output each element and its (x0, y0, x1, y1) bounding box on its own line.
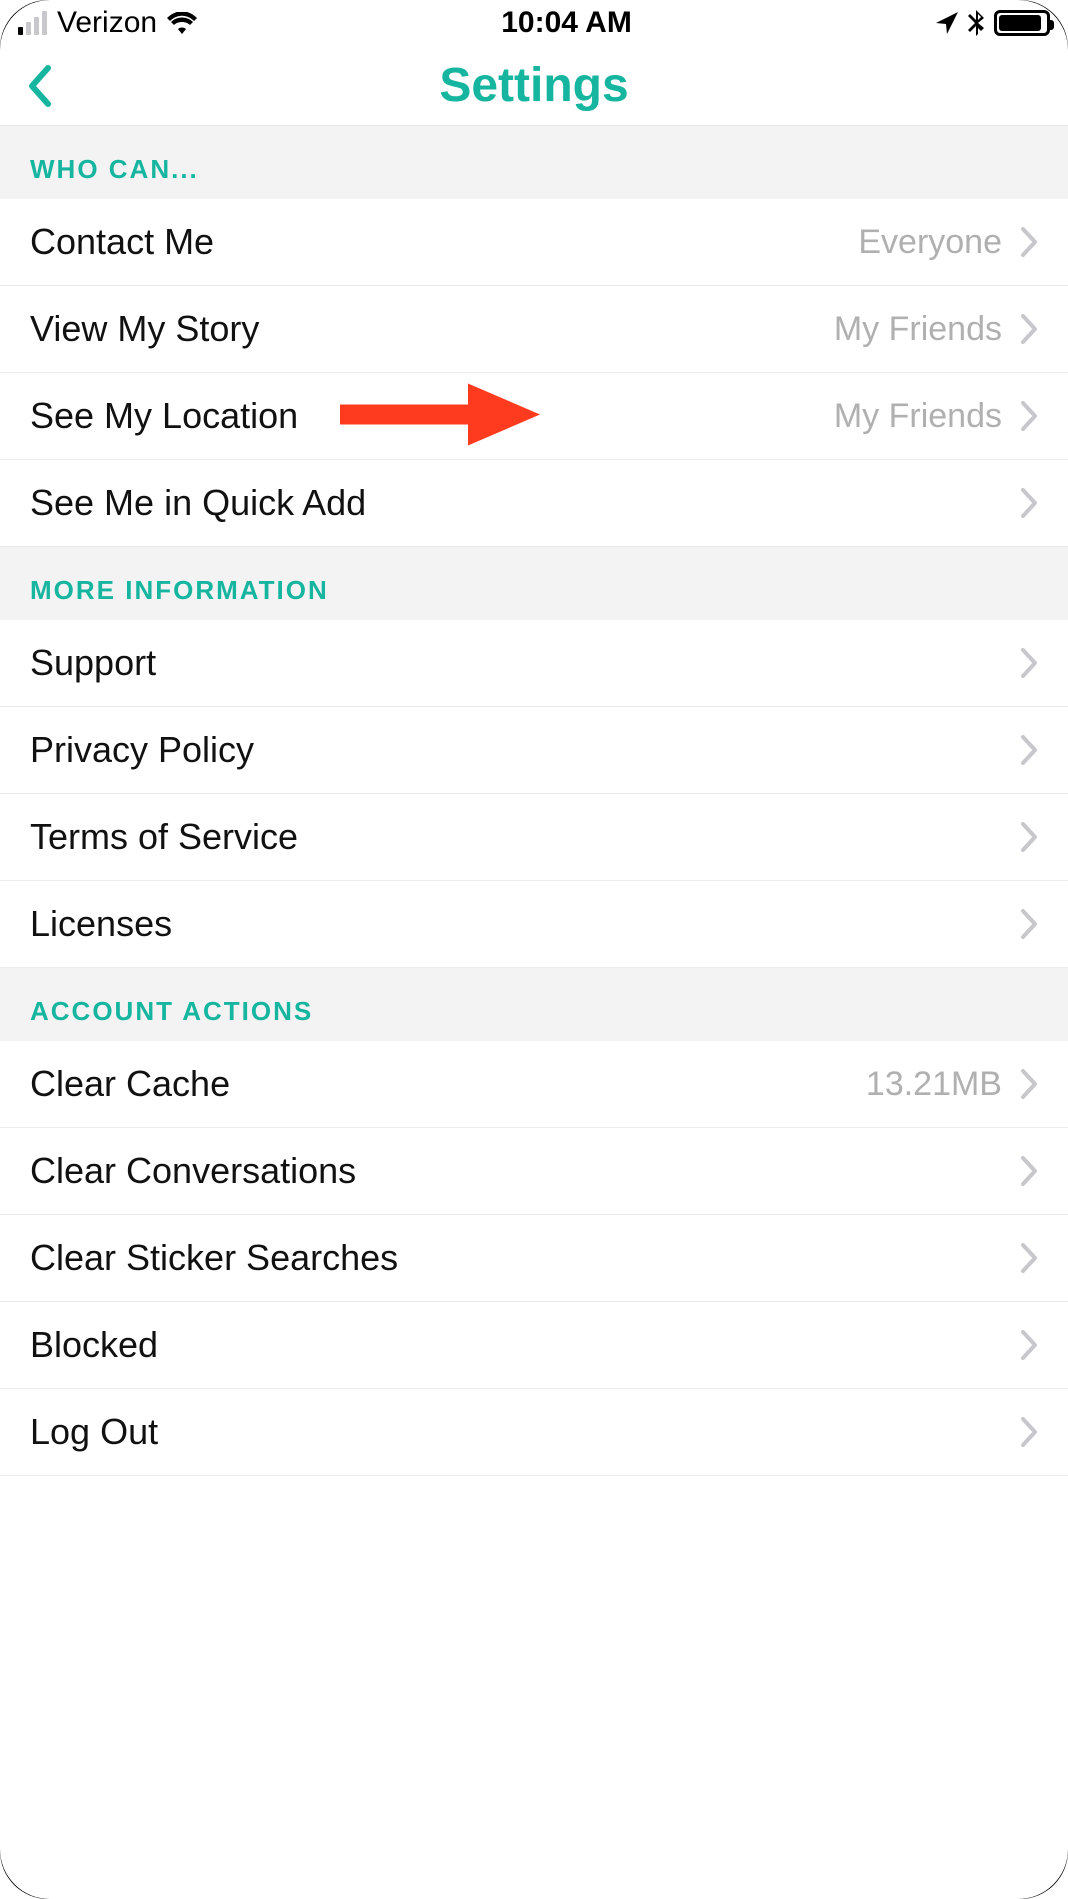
chevron-right-icon (1020, 821, 1038, 853)
nav-header: Settings (0, 46, 1068, 126)
clock: 10:04 AM (501, 6, 632, 40)
row-view-my-story[interactable]: View My Story My Friends (0, 286, 1068, 373)
row-contact-me[interactable]: Contact Me Everyone (0, 199, 1068, 286)
row-label: Licenses (30, 903, 172, 945)
row-label: See My Location (30, 395, 298, 437)
row-support[interactable]: Support (0, 620, 1068, 707)
row-label: See Me in Quick Add (30, 482, 366, 524)
chevron-right-icon (1020, 1416, 1038, 1448)
chevron-right-icon (1020, 487, 1038, 519)
row-label: Terms of Service (30, 816, 298, 858)
row-label: Blocked (30, 1324, 158, 1366)
row-clear-cache[interactable]: Clear Cache 13.21MB (0, 1041, 1068, 1128)
wifi-icon (167, 12, 197, 34)
row-label: Clear Conversations (30, 1150, 356, 1192)
chevron-right-icon (1020, 1329, 1038, 1361)
row-licenses[interactable]: Licenses (0, 881, 1068, 968)
row-clear-sticker-searches[interactable]: Clear Sticker Searches (0, 1215, 1068, 1302)
cell-signal-icon (18, 11, 47, 35)
section-header-who-can: WHO CAN... (0, 126, 1068, 199)
chevron-right-icon (1020, 313, 1038, 345)
row-label: Privacy Policy (30, 729, 254, 771)
battery-icon (994, 10, 1050, 36)
chevron-right-icon (1020, 908, 1038, 940)
location-icon (936, 12, 958, 34)
row-label: Clear Cache (30, 1063, 230, 1105)
row-value: 13.21MB (866, 1065, 1002, 1104)
row-see-my-location[interactable]: See My Location My Friends (0, 373, 1068, 460)
chevron-right-icon (1020, 1242, 1038, 1274)
row-see-me-quick-add[interactable]: See Me in Quick Add (0, 460, 1068, 547)
row-log-out[interactable]: Log Out (0, 1389, 1068, 1476)
page-title: Settings (439, 58, 628, 113)
section-header-account-actions: ACCOUNT ACTIONS (0, 968, 1068, 1041)
chevron-right-icon (1020, 1155, 1038, 1187)
row-label: View My Story (30, 308, 259, 350)
row-label: Support (30, 642, 156, 684)
chevron-right-icon (1020, 647, 1038, 679)
row-clear-conversations[interactable]: Clear Conversations (0, 1128, 1068, 1215)
bluetooth-icon (968, 10, 984, 36)
row-label: Clear Sticker Searches (30, 1237, 398, 1279)
row-terms-of-service[interactable]: Terms of Service (0, 794, 1068, 881)
status-bar: Verizon 10:04 AM (0, 0, 1068, 46)
annotation-arrow-icon (340, 379, 540, 454)
chevron-left-icon (26, 64, 52, 108)
row-blocked[interactable]: Blocked (0, 1302, 1068, 1389)
row-value: My Friends (834, 397, 1002, 436)
chevron-right-icon (1020, 226, 1038, 258)
row-privacy-policy[interactable]: Privacy Policy (0, 707, 1068, 794)
back-button[interactable] (26, 64, 52, 108)
row-value: Everyone (858, 223, 1002, 262)
chevron-right-icon (1020, 400, 1038, 432)
row-value: My Friends (834, 310, 1002, 349)
section-header-more-info: MORE INFORMATION (0, 547, 1068, 620)
row-label: Log Out (30, 1411, 158, 1453)
row-label: Contact Me (30, 221, 214, 263)
carrier-label: Verizon (57, 6, 157, 40)
chevron-right-icon (1020, 734, 1038, 766)
chevron-right-icon (1020, 1068, 1038, 1100)
